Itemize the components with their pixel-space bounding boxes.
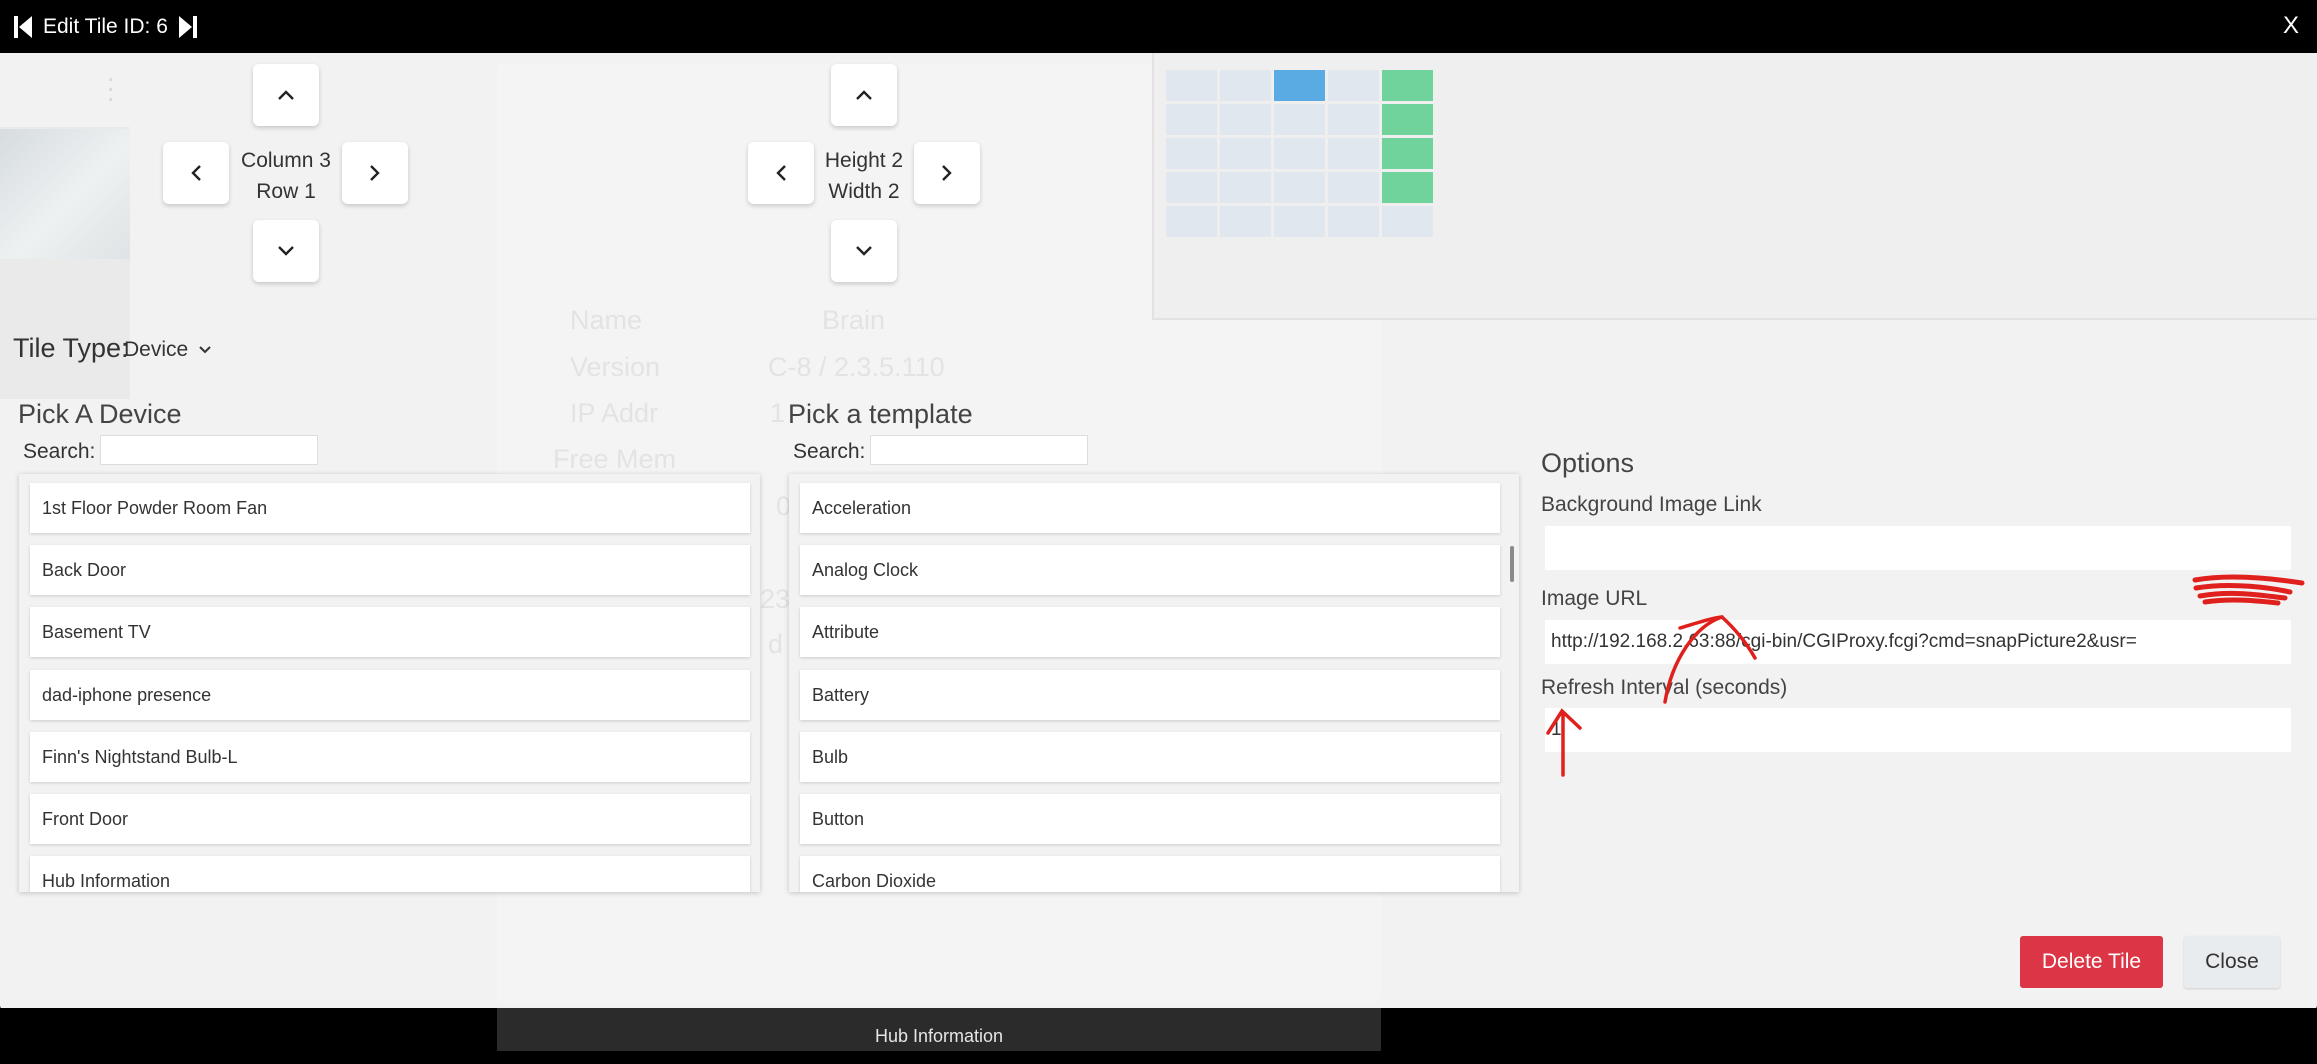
grid-cell (1220, 138, 1271, 169)
grid-cell (1274, 138, 1325, 169)
chevron-up-icon (278, 90, 294, 100)
width-label: Width 2 (828, 180, 900, 203)
chevron-down-icon (199, 346, 211, 354)
device-list-item[interactable]: Back Door (30, 545, 750, 595)
template-list-item[interactable]: Acceleration (800, 483, 1500, 533)
grid-cell (1166, 206, 1217, 237)
grid-cell (1382, 138, 1433, 169)
template-list-scrollbar[interactable] (1510, 546, 1514, 582)
modal-body: · · · Name Version IP Addr Free Mem Brain … (0, 53, 2317, 1011)
device-search-input[interactable] (100, 435, 318, 465)
grid-cell (1220, 206, 1271, 237)
previous-tile-icon[interactable] (11, 14, 35, 40)
tile-type-value: Device (124, 338, 189, 361)
device-list-item[interactable]: Finn's Nightstand Bulb-L (30, 732, 750, 782)
template-search-label: Search: (793, 440, 866, 463)
device-list-item[interactable]: dad-iphone presence (30, 670, 750, 720)
chevron-left-icon (776, 165, 786, 181)
row-up-button[interactable] (253, 64, 319, 126)
refresh-interval-input[interactable]: 1 (1545, 708, 2291, 752)
height-label: Height 2 (824, 149, 904, 172)
refresh-interval-label: Refresh Interval (seconds) (1541, 676, 1788, 699)
tile-type-select[interactable]: Device (124, 338, 212, 362)
tile-type-label: Tile Type: (13, 333, 129, 363)
background-label: Name (570, 305, 643, 335)
background-value: 23 (760, 584, 791, 614)
column-left-button[interactable] (163, 142, 229, 204)
grid-cell (1166, 70, 1217, 101)
chevron-down-icon (278, 246, 294, 256)
options-title: Options (1541, 448, 1635, 478)
grid-cell (1382, 104, 1433, 135)
image-url-input[interactable]: http://192.168.2.63:88/cgi-bin/CGIProxy.… (1545, 620, 2291, 664)
grid-cell (1328, 70, 1379, 101)
hub-information-tab: Hub Information (497, 1008, 1381, 1051)
template-list-item[interactable]: Battery (800, 670, 1500, 720)
device-list-item[interactable]: Hub Information (30, 856, 750, 892)
grid-cell (1220, 70, 1271, 101)
grid-cell (1274, 104, 1325, 135)
device-list-item[interactable]: Front Door (30, 794, 750, 844)
template-search-input[interactable] (870, 435, 1088, 465)
height-decrease-button[interactable] (831, 64, 897, 126)
device-search-label: Search: (23, 440, 96, 463)
template-list-item[interactable]: Bulb (800, 732, 1500, 782)
close-x-button[interactable]: X (2283, 12, 2299, 40)
row-down-button[interactable] (253, 220, 319, 282)
background-label: Version (570, 352, 661, 382)
pick-device-title: Pick A Device (18, 399, 182, 429)
grid-cell (1328, 104, 1379, 135)
chevron-right-icon (942, 165, 952, 181)
grid-cell (1220, 104, 1271, 135)
template-list-item[interactable]: Button (800, 794, 1500, 844)
background-value: C-8 / 2.3.5.110 (768, 352, 945, 382)
delete-tile-button[interactable]: Delete Tile (2020, 936, 2163, 988)
background-value: 1 (770, 398, 786, 428)
grid-cell (1382, 206, 1433, 237)
background-image-label: Background Image Link (1541, 493, 1762, 516)
chevron-right-icon (370, 165, 380, 181)
device-list[interactable]: 1st Floor Powder Room Fan Back Door Base… (19, 474, 760, 892)
background-menu-icon: · · · (106, 62, 116, 113)
next-tile-icon[interactable] (176, 14, 200, 40)
grid-cell (1220, 172, 1271, 203)
grid-cell (1274, 206, 1325, 237)
template-list[interactable]: Acceleration Analog Clock Attribute Batt… (789, 474, 1519, 892)
template-list-item[interactable]: Attribute (800, 607, 1500, 657)
width-increase-button[interactable] (914, 142, 980, 204)
image-url-label: Image URL (1541, 587, 1648, 610)
template-list-item[interactable]: Carbon Dioxide (800, 856, 1500, 892)
template-list-item[interactable]: Analog Clock (800, 545, 1500, 595)
background-camera-image (0, 129, 130, 259)
grid-cell (1382, 172, 1433, 203)
chevron-down-icon (856, 246, 872, 256)
close-button[interactable]: Close (2184, 936, 2280, 988)
chevron-left-icon (191, 165, 201, 181)
layout-preview-panel (1152, 53, 2317, 320)
grid-cell (1328, 206, 1379, 237)
grid-cell (1274, 172, 1325, 203)
grid-cell (1274, 70, 1325, 101)
column-label: Column 3 (241, 149, 331, 172)
background-value: Brain (822, 305, 886, 335)
grid-cell (1328, 138, 1379, 169)
background-image-input[interactable] (1545, 526, 2291, 570)
grid-cell (1328, 172, 1379, 203)
row-label: Row 1 (256, 180, 316, 203)
device-list-item[interactable]: Basement TV (30, 607, 750, 657)
grid-cell (1166, 104, 1217, 135)
grid-cell (1166, 138, 1217, 169)
device-list-item[interactable]: 1st Floor Powder Room Fan (30, 483, 750, 533)
modal-header: Edit Tile ID: 6 X (0, 0, 2317, 53)
chevron-up-icon (856, 90, 872, 100)
height-increase-button[interactable] (831, 220, 897, 282)
background-label: Free Mem (553, 444, 677, 474)
background-label: IP Addr (570, 398, 659, 428)
grid-cell (1166, 172, 1217, 203)
grid-cell (1382, 70, 1433, 101)
pick-template-title: Pick a template (788, 399, 973, 429)
background-value: d (768, 629, 784, 659)
modal-title: Edit Tile ID: 6 (43, 15, 168, 38)
column-right-button[interactable] (342, 142, 408, 204)
